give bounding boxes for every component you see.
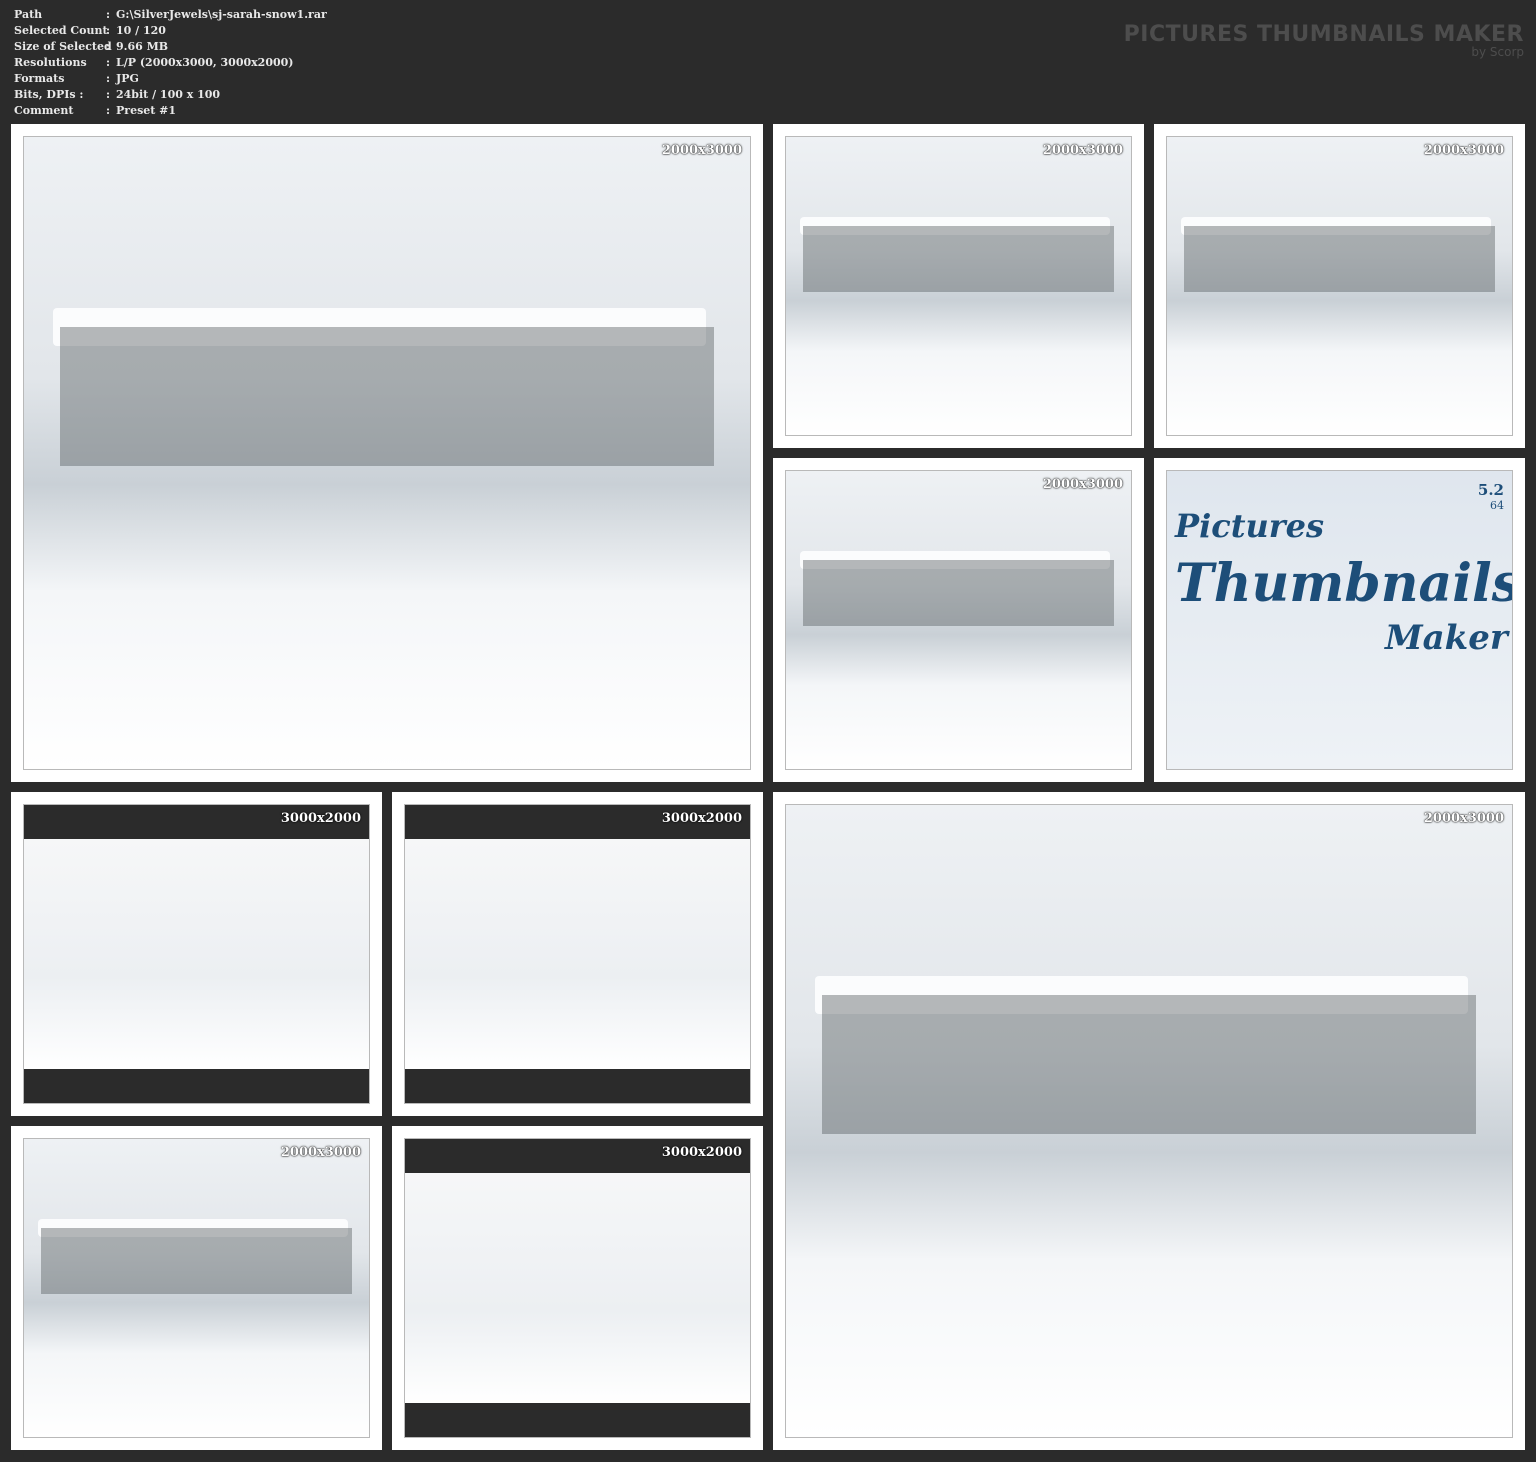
meta-row-comment: Comment: Preset #1 — [14, 104, 177, 117]
meta-row-bits: Bits, DPIs ::24bit / 100 x 100 — [14, 88, 221, 101]
thumbnail-card[interactable]: 2000x3000 — [11, 124, 763, 782]
thumbnail-image: 2000x3000 — [1166, 136, 1513, 436]
brand-watermark: PICTURES THUMBNAILS MAKER by Scorp — [1124, 22, 1524, 59]
resolution-label: 3000x2000 — [280, 811, 361, 826]
thumbnail-card[interactable]: 3000x2000 — [392, 792, 763, 1116]
thumbnail-image: 2000x3000 — [785, 136, 1132, 436]
meta-row-formats: Formats: JPG — [14, 72, 139, 85]
info-header: Path: G:\SilverJewels\sj-sarah-snow1.rar … — [0, 0, 1536, 124]
app-logo: Pictures Thumbnails Maker — [1175, 507, 1513, 658]
version-label: 5.2 64 — [1477, 481, 1504, 512]
logo-card[interactable]: Pictures Thumbnails Maker 5.2 64 — [1154, 458, 1525, 782]
thumbnail-card[interactable]: 3000x2000 — [392, 1126, 763, 1450]
thumbnail-card[interactable]: 2000x3000 — [1154, 124, 1525, 448]
brand-author: by Scorp — [1471, 45, 1524, 59]
resolution-label: 2000x3000 — [280, 1145, 361, 1160]
resolution-label: 3000x2000 — [661, 811, 742, 826]
thumbnail-card[interactable]: 2000x3000 — [11, 1126, 382, 1450]
app-logo-image: Pictures Thumbnails Maker 5.2 64 — [1166, 470, 1513, 770]
brand-title: PICTURES THUMBNAILS MAKER — [1123, 22, 1524, 47]
thumbnail-image: 3000x2000 — [23, 804, 370, 1104]
resolution-label: 2000x3000 — [1042, 477, 1123, 492]
thumbnail-card[interactable]: 2000x3000 — [773, 792, 1525, 1450]
resolution-label: 3000x2000 — [661, 1145, 742, 1160]
meta-row-resolutions: Resolutions: L/P (2000x3000, 3000x2000) — [14, 56, 294, 69]
thumbnail-card[interactable]: 3000x2000 — [11, 792, 382, 1116]
thumbnail-image: 2000x3000 — [23, 136, 751, 770]
thumbnail-card[interactable]: 2000x3000 — [773, 458, 1144, 782]
thumbnail-image: 2000x3000 — [785, 804, 1513, 1438]
resolution-label: 2000x3000 — [1042, 143, 1123, 158]
meta-row-count: Selected Count: 10 / 120 — [14, 24, 166, 37]
thumbnail-card[interactable]: 2000x3000 — [773, 124, 1144, 448]
resolution-label: 2000x3000 — [1423, 811, 1504, 826]
meta-row-path: Path: G:\SilverJewels\sj-sarah-snow1.rar — [14, 8, 327, 21]
metadata-table: Path: G:\SilverJewels\sj-sarah-snow1.rar … — [14, 7, 327, 119]
resolution-label: 2000x3000 — [661, 143, 742, 158]
meta-row-size: Size of Selected: 9.66 MB — [14, 40, 169, 53]
thumbnail-image: 3000x2000 — [404, 804, 751, 1104]
resolution-label: 2000x3000 — [1423, 143, 1504, 158]
thumbnail-image: 2000x3000 — [23, 1138, 370, 1438]
thumbnail-image: 3000x2000 — [404, 1138, 751, 1438]
thumbnail-image: 2000x3000 — [785, 470, 1132, 770]
